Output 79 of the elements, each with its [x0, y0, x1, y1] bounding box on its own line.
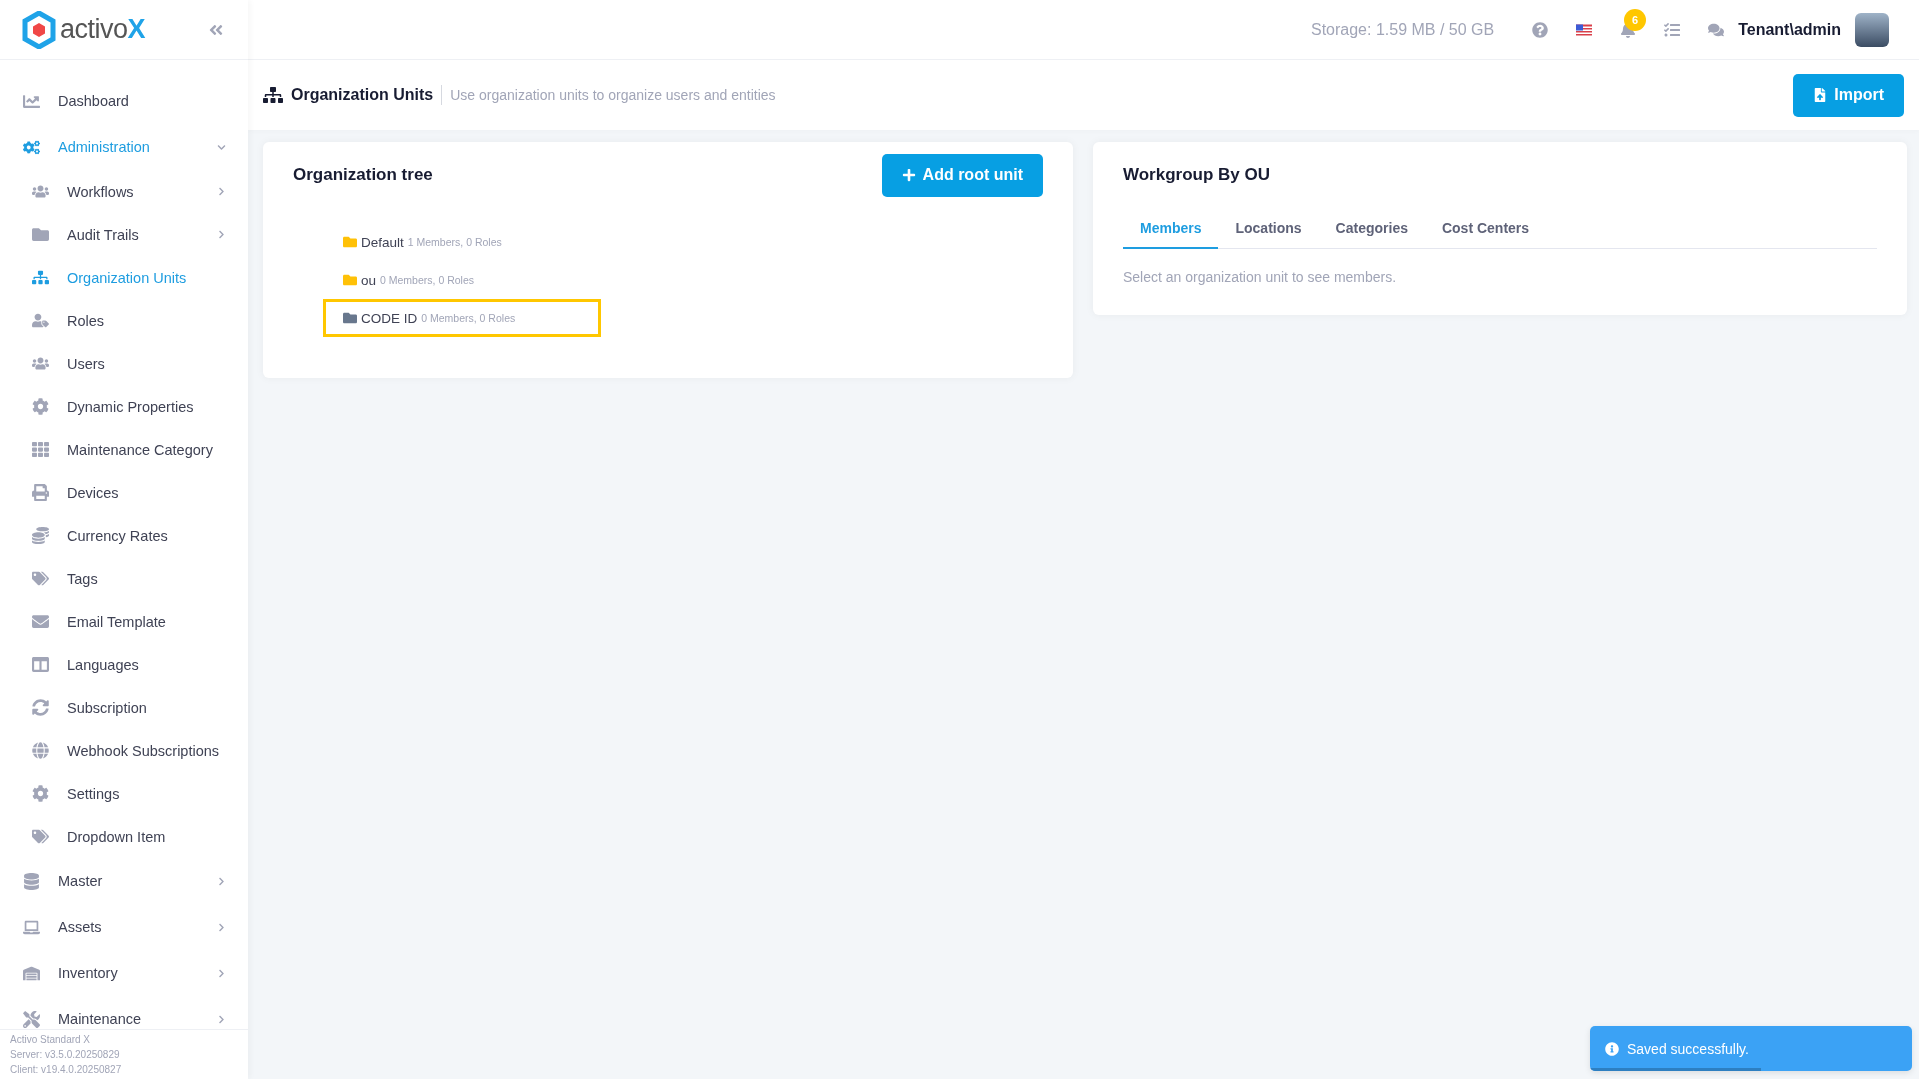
help-icon[interactable] — [1532, 21, 1549, 38]
sidebar-item[interactable]: Workflows — [0, 170, 248, 213]
users-icon — [32, 355, 49, 372]
notification-count: 6 — [1624, 8, 1647, 31]
unit-name: CODE ID — [361, 310, 418, 326]
unit-info: 0 Members, 0 Roles — [380, 274, 474, 286]
sidebar-item[interactable]: Maintenance Category — [0, 428, 248, 471]
unit-name: ou — [361, 272, 377, 288]
sidebar-item[interactable]: Audit Trails — [0, 213, 248, 256]
tree-node[interactable]: Default 1 Members, 0 Roles — [323, 223, 601, 261]
sidebar-item[interactable]: Maintenance — [0, 996, 248, 1029]
upload-icon — [1813, 88, 1828, 102]
tree-node[interactable]: ou 0 Members, 0 Roles — [323, 261, 601, 299]
sidebar-item[interactable]: Tags — [0, 557, 248, 600]
coins-icon — [32, 527, 49, 544]
tab[interactable]: Cost Centers — [1424, 208, 1547, 249]
sidebar-item[interactable]: Master — [0, 858, 248, 904]
user-tag-icon — [32, 312, 49, 329]
sidebar-item[interactable]: Subscription — [0, 686, 248, 729]
printer-icon — [32, 484, 49, 501]
chat-icon[interactable] — [1708, 21, 1725, 38]
page-subtitle: Use organization units to organize users and entities — [450, 87, 777, 103]
gear-icon — [32, 398, 49, 415]
page-title: Organization Units — [291, 86, 434, 104]
folder-icon — [343, 311, 357, 325]
globe-icon — [32, 742, 49, 759]
folder-icon — [32, 226, 49, 243]
sidebar-item[interactable]: Settings — [0, 772, 248, 815]
sidebar-item[interactable]: Currency Rates — [0, 514, 248, 557]
empty-message: Select an organization unit to see members. — [1123, 269, 1398, 285]
tags-icon — [32, 828, 49, 845]
sidebar-item[interactable]: Roles — [0, 299, 248, 342]
avatar-placeholder[interactable] — [1855, 12, 1889, 47]
gear-icon — [32, 785, 49, 802]
tab[interactable]: Categories — [1318, 208, 1425, 249]
version-text: Activo Standard X — [10, 1034, 92, 1045]
envelope-icon — [32, 613, 49, 630]
checklist-icon[interactable] — [1664, 21, 1681, 38]
toast-message: Saved successfully. — [1627, 1040, 1749, 1057]
version-text: Server: v3.5.0.20250829 — [10, 1049, 121, 1060]
info-icon — [1605, 1041, 1619, 1056]
database-icon — [23, 872, 40, 890]
unit-name: Default — [361, 234, 404, 250]
sidebar-item[interactable]: Webhook Subscriptions — [0, 729, 248, 772]
unit-info: 1 Members, 0 Roles — [407, 236, 502, 248]
folder-icon — [343, 273, 357, 287]
sidebar-item[interactable]: Devices — [0, 471, 248, 514]
users-icon — [32, 183, 49, 200]
sidebar-item[interactable]: Users — [0, 342, 248, 385]
sidebar-item[interactable]: Inventory — [0, 950, 248, 996]
user-name[interactable]: Tenant\admin — [1738, 20, 1841, 39]
plus-icon — [901, 168, 916, 182]
sync-icon — [32, 699, 49, 716]
card-title: Workgroup By OU — [1123, 165, 1271, 185]
storage-text: Storage: 1.59 MB / 50 GB — [1310, 20, 1495, 39]
sidebar-item[interactable]: Dynamic Properties — [0, 385, 248, 428]
sitemap-icon — [263, 86, 283, 104]
folder-icon — [343, 235, 357, 249]
version-text: Client: v19.4.0.20250827 — [10, 1064, 123, 1075]
laptop-icon — [23, 918, 40, 936]
sidebar-item[interactable]: Assets — [0, 904, 248, 950]
tree-node[interactable]: CODE ID 0 Members, 0 Roles — [323, 299, 601, 337]
grid-icon — [32, 441, 49, 458]
gears-icon — [23, 138, 40, 156]
sidebar-item[interactable]: Dropdown Item — [0, 815, 248, 858]
logo-text: activoX — [60, 14, 146, 45]
sidebar-item[interactable]: Languages — [0, 643, 248, 686]
tags-icon — [32, 570, 49, 587]
tab[interactable]: Locations — [1218, 208, 1319, 249]
sidebar-item[interactable]: Dashboard — [0, 78, 248, 124]
columns-icon — [32, 656, 49, 673]
sitemap-icon — [32, 269, 49, 286]
warehouse-icon — [23, 964, 40, 982]
tools-icon — [23, 1010, 40, 1028]
sidebar-item[interactable]: Email Template — [0, 600, 248, 643]
chart-icon — [23, 92, 40, 110]
hexagon-logo-icon — [22, 10, 56, 49]
card-title: Organization tree — [293, 165, 433, 185]
unit-info: 0 Members, 0 Roles — [421, 312, 516, 324]
